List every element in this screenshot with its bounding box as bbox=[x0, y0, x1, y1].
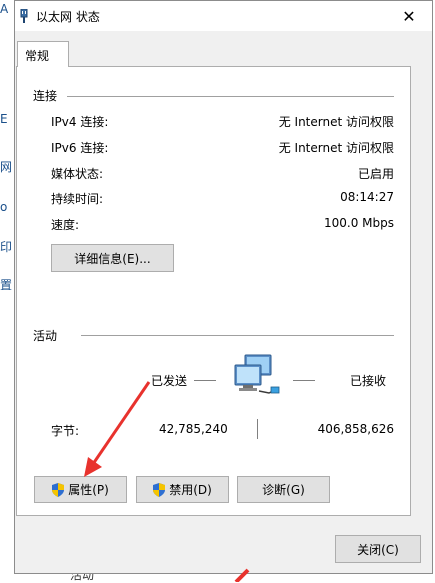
activity-separator bbox=[81, 335, 394, 336]
close-button[interactable]: 关闭(C) bbox=[335, 535, 421, 563]
close-button-label: 关闭(C) bbox=[357, 542, 399, 557]
admin-shield-icon bbox=[153, 482, 166, 497]
tab-general[interactable]: 常规 bbox=[17, 41, 69, 67]
ipv6-value: 无 Internet 访问权限 bbox=[278, 141, 394, 155]
ipv4-value: 无 Internet 访问权限 bbox=[278, 115, 394, 129]
media-state-label: 媒体状态: bbox=[51, 167, 104, 181]
details-button-label: 详细信息(E)... bbox=[74, 251, 151, 266]
background-text: 印 bbox=[0, 240, 13, 254]
background-text: 网 bbox=[0, 160, 13, 174]
properties-button-label: 属性(P) bbox=[68, 483, 109, 497]
diagnose-button-label: 诊断(G) bbox=[262, 483, 305, 497]
general-panel: 连接 IPv4 连接: 无 Internet 访问权限 IPv6 连接: 无 I… bbox=[16, 66, 411, 516]
tab-label: 常规 bbox=[25, 49, 50, 63]
received-label: 已接收 bbox=[350, 374, 387, 388]
properties-button[interactable]: 属性(P) bbox=[34, 476, 127, 503]
media-state-value: 已启用 bbox=[357, 167, 394, 181]
disable-button[interactable]: 禁用(D) bbox=[136, 476, 229, 503]
details-button[interactable]: 详细信息(E)... bbox=[51, 244, 174, 272]
admin-shield-icon bbox=[52, 482, 65, 497]
sent-label: 已发送 bbox=[151, 374, 188, 388]
bytes-label: 字节: bbox=[51, 424, 80, 438]
title-bar: 以太网 状态 ✕ bbox=[15, 1, 432, 31]
duration-value: 08:14:27 bbox=[340, 190, 394, 204]
background-text: o bbox=[0, 200, 8, 214]
diagnose-button[interactable]: 诊断(G) bbox=[237, 476, 330, 503]
ipv6-label: IPv6 连接: bbox=[51, 141, 109, 155]
ethernet-status-dialog: 以太网 状态 ✕ 常规 连接 IPv4 连接: 无 Internet 访问权限 … bbox=[14, 0, 433, 574]
bytes-sent-value: 42,785,240 bbox=[159, 422, 228, 436]
sent-line bbox=[194, 380, 216, 381]
speed-label: 速度: bbox=[51, 218, 80, 232]
speed-value: 100.0 Mbps bbox=[323, 216, 394, 230]
network-computers-icon bbox=[234, 354, 280, 394]
bytes-received-value: 406,858,626 bbox=[317, 422, 394, 436]
duration-label: 持续时间: bbox=[51, 192, 104, 206]
background-text: A bbox=[0, 2, 9, 16]
network-cable-icon bbox=[20, 9, 28, 23]
ipv4-label: IPv4 连接: bbox=[51, 115, 109, 129]
connection-separator bbox=[67, 96, 394, 97]
activity-section-title: 活动 bbox=[33, 329, 58, 343]
close-icon: ✕ bbox=[402, 6, 416, 26]
close-window-button[interactable]: ✕ bbox=[386, 1, 432, 31]
bytes-divider bbox=[257, 419, 258, 439]
disable-button-label: 禁用(D) bbox=[169, 483, 212, 497]
background-window: A E 网 o 印 置 bbox=[0, 0, 14, 582]
background-text: E bbox=[0, 112, 8, 126]
background-text: 置 bbox=[0, 278, 13, 292]
connection-section-title: 连接 bbox=[33, 89, 58, 103]
received-line bbox=[293, 380, 315, 381]
window-title: 以太网 状态 bbox=[36, 10, 100, 24]
